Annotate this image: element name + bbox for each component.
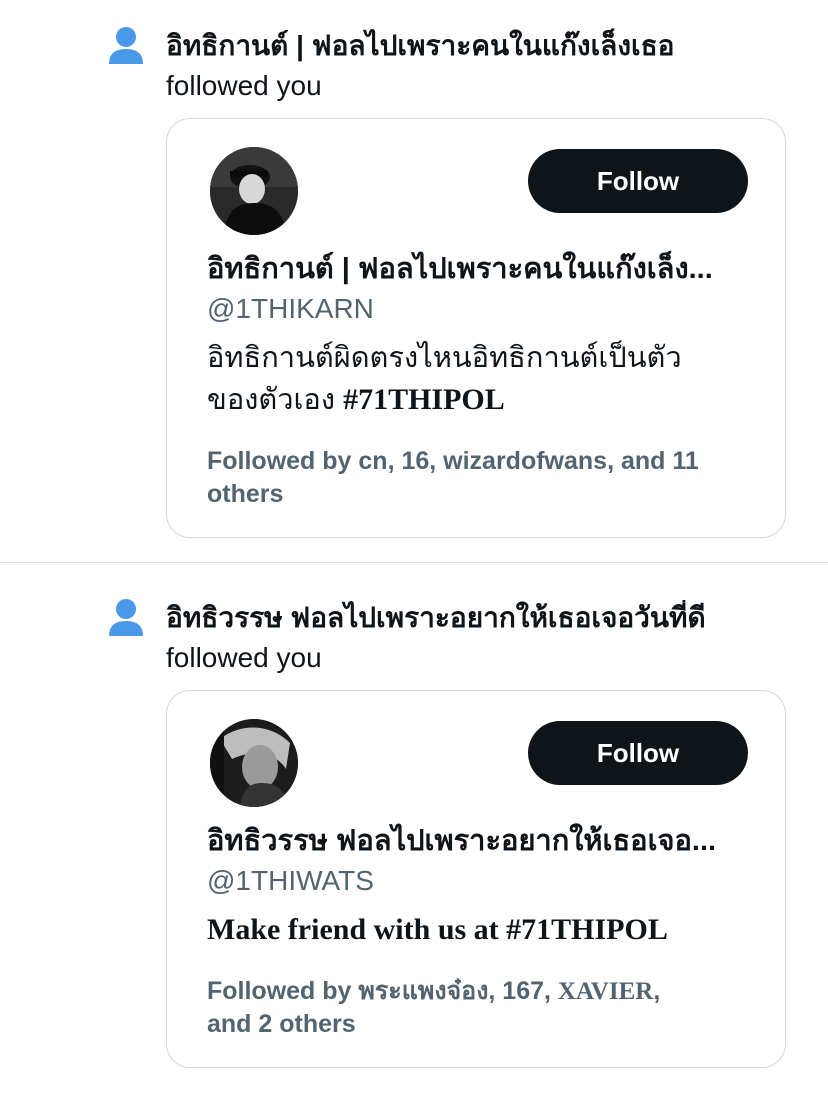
notification-title[interactable]: อิทธิวรรษ ฟอลไปเพราะอยากให้เธอเจอวันที่ด…	[166, 600, 808, 636]
avatar[interactable]	[210, 719, 298, 807]
card-bio: Make friend with us at #71THIPOL	[207, 909, 745, 951]
follow-button[interactable]: Follow	[528, 721, 748, 785]
hashtag-link[interactable]: #71THIPOL	[343, 383, 505, 416]
person-icon	[108, 598, 144, 638]
followed-by-name: XAVIER	[557, 978, 654, 1005]
divider	[0, 562, 828, 563]
followed-by-line: Followed by พระแพงจ๋อง, 167, XAVIER,	[207, 975, 745, 1008]
notification-title[interactable]: อิทธิกานต์ | ฟอลไปเพราะคนในแก๊งเล็งเธอ	[166, 28, 808, 64]
avatar[interactable]	[210, 147, 298, 235]
user-card[interactable]: Follow อิทธิกานต์ | ฟอลไปเพราะคนในแก๊งเล…	[166, 118, 786, 538]
bio-line: Make friend with us at #71THIPOL	[207, 913, 668, 946]
card-display-name[interactable]: อิทธิกานต์ | ฟอลไปเพราะคนในแก๊งเล็ง...	[207, 249, 745, 289]
followed-by-names: Followed by พระแพงจ๋อง, 167,	[207, 977, 558, 1005]
bio-line: ของตัวเอง #71THIPOL	[207, 379, 745, 421]
person-icon	[108, 26, 144, 66]
card-handle[interactable]: @1THIWATS	[207, 861, 374, 901]
bio-text: ของตัวเอง	[207, 384, 344, 416]
notification-item[interactable]: อิทธิวรรษ ฟอลไปเพราะอยากให้เธอเจอวันที่ด…	[0, 564, 828, 1093]
user-card[interactable]: Follow อิทธิวรรษ ฟอลไปเพราะอยากให้เธอเจอ…	[166, 690, 786, 1068]
notification-action-text: followed you	[166, 70, 322, 101]
card-handle[interactable]: @1THIKARN	[207, 289, 374, 329]
card-display-name[interactable]: อิทธิวรรษ ฟอลไปเพราะอยากให้เธอเจอ...	[207, 821, 745, 861]
bio-line: อิทธิกานต์ผิดตรงไหนอิทธิกานต์เป็นตัว	[207, 342, 682, 374]
followed-by-text[interactable]: Followed by cn, 16, wizardofwans, and 11…	[207, 445, 745, 511]
followed-by-line: and 2 others	[207, 1010, 356, 1038]
followed-by-comma: ,	[653, 977, 661, 1005]
notification-action-text: followed you	[166, 642, 322, 673]
card-bio: อิทธิกานต์ผิดตรงไหนอิทธิกานต์เป็นตัว ของ…	[207, 337, 745, 421]
notification-item[interactable]: อิทธิกานต์ | ฟอลไปเพราะคนในแก๊งเล็งเธอ f…	[0, 0, 828, 563]
follow-button[interactable]: Follow	[528, 149, 748, 213]
followed-by-text[interactable]: Followed by พระแพงจ๋อง, 167, XAVIER, and…	[207, 975, 745, 1041]
